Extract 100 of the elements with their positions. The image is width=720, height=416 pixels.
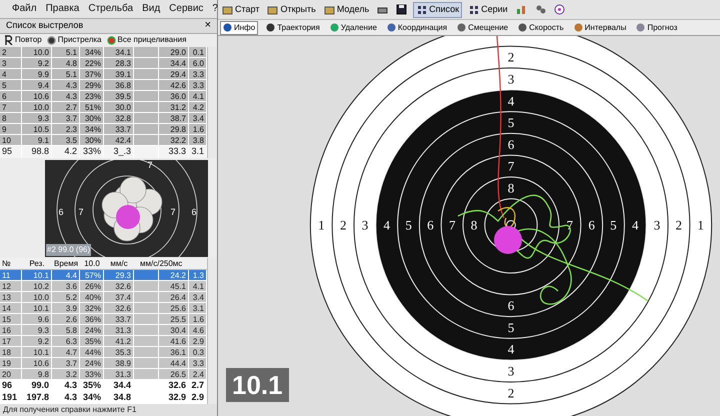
table-row[interactable]: 18 10.1 4.7 44% 35.3 36.1 0.3: [0, 347, 207, 358]
ring-number: 3: [508, 364, 514, 378]
toolbar-button[interactable]: Модель: [322, 2, 372, 18]
ring-number: 6: [58, 206, 64, 217]
folder-icon: [267, 4, 278, 15]
ring-number: 5: [405, 218, 412, 232]
tab-icon: [266, 23, 276, 32]
menu-item[interactable]: ?: [212, 1, 218, 16]
ring-number: 6: [508, 298, 514, 314]
view-tab[interactable]: Интервалы: [572, 20, 628, 34]
table-row[interactable]: 12 10.2 3.6 26% 32.6 45.1 4.1: [0, 281, 207, 292]
ring-number: 2: [340, 218, 346, 232]
view-tab[interactable]: Траектория: [264, 20, 322, 34]
tab-icon: [330, 23, 339, 32]
ring-number: 1: [697, 218, 704, 232]
ring-number: 6: [192, 206, 196, 217]
ring-number: 4: [508, 342, 514, 357]
table-row[interactable]: 11 10.1 4.4 57% 29.3 24.2 1.3: [0, 270, 207, 281]
table-cell: 95: [0, 146, 22, 158]
action-button[interactable]: Повтор: [4, 34, 42, 46]
ring-number: 2: [508, 50, 514, 65]
circle-icon: [46, 36, 56, 45]
table-row[interactable]: 14 10.1 3.9 32% 32.6 25.6 3.1: [0, 303, 207, 314]
tab-icon: [386, 23, 396, 32]
ring-number: 5: [508, 320, 514, 335]
ring-number: 4: [632, 218, 638, 232]
ring-number: 7: [508, 158, 514, 174]
toolbar-button[interactable]: Открыть: [265, 2, 318, 18]
view-tab[interactable]: Прогноз: [634, 20, 680, 34]
view-tab[interactable]: Смещение: [455, 20, 510, 34]
menu-item[interactable]: Правка: [46, 1, 80, 16]
toolbar-button[interactable]: Старт: [220, 2, 262, 18]
chart-icon: [516, 4, 527, 15]
table-row[interactable]: 16 9.3 5.8 24% 31.3 30.4 4.6: [0, 325, 207, 336]
scrollbar[interactable]: [207, 47, 217, 158]
table-row[interactable]: 17 9.2 6.3 35% 41.2 41.6 2.9: [0, 336, 207, 347]
table-cell: 33%: [80, 146, 104, 158]
ring-number: 3: [654, 218, 660, 232]
view-tab[interactable]: Инфо: [220, 20, 258, 34]
score-display: 10.1: [226, 368, 289, 402]
ring-number: 6: [508, 136, 514, 152]
view-tab[interactable]: Координация: [384, 20, 450, 34]
table-row[interactable]: 19 10.6 3.7 24% 38.9 44.4 3.3: [0, 358, 207, 369]
table-row[interactable]: 13 10.0 5.2 40% 37.4 26.4 3.4: [0, 292, 207, 303]
shot-caption: #2 99.0 (96): [46, 244, 92, 256]
close-button[interactable]: ×: [204, 20, 211, 32]
table-row[interactable]: 20 9.8 3.2 33% 31.3 26.5 2.4: [0, 369, 207, 380]
ring-number: 4: [384, 218, 390, 232]
column-header[interactable]: Время: [52, 258, 80, 270]
r-icon: [4, 35, 13, 46]
toolbar-icon-button[interactable]: [394, 2, 410, 18]
ring-number: 2: [676, 218, 682, 232]
action-button[interactable]: Все прицеливания: [106, 34, 186, 46]
menu-item[interactable]: Файл: [12, 1, 37, 16]
ring-number: 3: [362, 218, 368, 232]
column-header[interactable]: 10.0: [80, 258, 104, 270]
menu-item[interactable]: Стрельба: [88, 1, 134, 16]
table-cell: 4.2: [52, 146, 80, 158]
table-cell: 33.3: [159, 146, 189, 158]
circle-icon: [106, 36, 116, 45]
scrollbar[interactable]: [207, 258, 217, 404]
tab-icon: [518, 23, 528, 32]
ring-number: 7: [170, 206, 176, 217]
menu-item[interactable]: Вид: [142, 1, 160, 16]
folder-icon: [222, 4, 233, 15]
panel-title: Список выстрелов: [6, 18, 84, 32]
column-header[interactable]: мм/с/250мс: [134, 258, 207, 270]
table-cell: 3_.3: [104, 146, 134, 158]
save-icon: [396, 4, 408, 15]
target-icon: [554, 4, 565, 15]
tab-icon: [636, 23, 646, 32]
column-header[interactable]: Рез.: [22, 258, 52, 270]
table-cell: 98.8: [22, 146, 52, 158]
table-row[interactable]: 15 9.6 2.6 36% 33.7 25.5 1.6: [0, 314, 207, 325]
toolbar-button[interactable]: Серии: [466, 2, 510, 18]
grid-icon: [416, 4, 428, 15]
ring-number: 5: [508, 115, 514, 130]
shot-mark: [494, 226, 522, 254]
column-header[interactable]: №: [0, 258, 22, 270]
ring-number: 6: [427, 218, 434, 232]
grid-icon: [468, 4, 480, 15]
ring-number: 7: [78, 206, 84, 217]
ring-number: 4: [508, 93, 514, 108]
ring-number: 8: [508, 180, 514, 196]
ring-number: 5: [610, 218, 617, 232]
tab-icon: [574, 23, 583, 32]
view-tab[interactable]: Скорость: [516, 20, 566, 34]
menu-item[interactable]: Сервис: [169, 1, 204, 16]
column-header[interactable]: мм/с: [104, 258, 134, 270]
ring-number: 1: [318, 218, 325, 232]
toolbar-button[interactable]: Список: [413, 2, 462, 18]
ring-number: 3: [508, 72, 514, 86]
ring-number: 7: [448, 218, 456, 232]
ring-number: 6: [588, 218, 595, 232]
view-tab[interactable]: Удаление: [328, 20, 379, 34]
tab-icon: [223, 23, 232, 32]
ring-number: 8: [470, 218, 478, 232]
toolbar-icon-button[interactable]: [552, 2, 567, 18]
status-text: Для получения справки нажмите F1: [0, 404, 217, 416]
action-button[interactable]: Пристрелка: [46, 34, 102, 46]
